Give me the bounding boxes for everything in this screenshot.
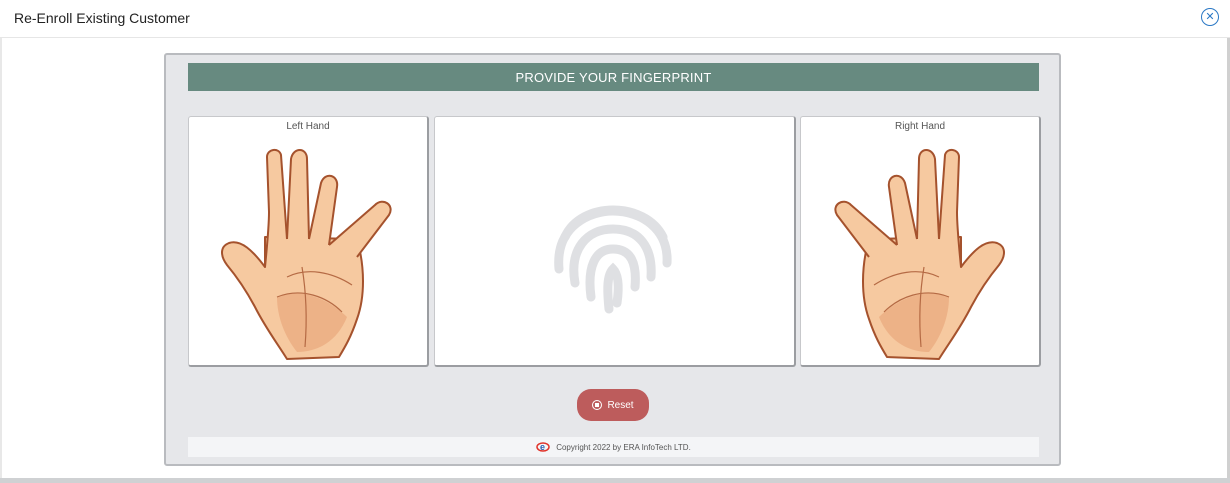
left-hand-icon[interactable] (207, 147, 407, 363)
stop-circle-icon (592, 400, 603, 410)
modal-header: Re-Enroll Existing Customer ✕ (0, 0, 1230, 38)
right-hand-label: Right Hand (894, 121, 946, 132)
left-hand-label: Left Hand (286, 121, 330, 132)
footer: e Copyright 2022 by ERA InfoTech LTD. (188, 437, 1039, 457)
fingerprint-capture-area[interactable] (434, 116, 796, 367)
era-infotech-logo-icon: e (536, 442, 550, 452)
left-hand-card[interactable]: Left Hand (188, 116, 429, 367)
reset-button[interactable]: Reset (577, 389, 649, 421)
modal-title: Re-Enroll Existing Customer (14, 10, 190, 26)
fingerprint-panel: PROVIDE YOUR FINGERPRINT Left Hand Right… (164, 53, 1061, 466)
window-edge-bottom (0, 478, 1230, 483)
copyright-text: Copyright 2022 by ERA InfoTech LTD. (556, 442, 691, 452)
reset-button-label: Reset (607, 399, 634, 411)
right-hand-card[interactable]: Right Hand (800, 116, 1041, 367)
close-icon[interactable]: ✕ (1201, 8, 1219, 26)
panel-heading: PROVIDE YOUR FINGERPRINT (188, 63, 1039, 91)
fingerprint-icon (554, 205, 672, 314)
re-enroll-modal: Re-Enroll Existing Customer ✕ PROVIDE YO… (0, 0, 1230, 483)
right-hand-icon[interactable] (819, 147, 1019, 363)
window-edge-left (0, 38, 2, 483)
svg-text:e: e (540, 442, 545, 452)
